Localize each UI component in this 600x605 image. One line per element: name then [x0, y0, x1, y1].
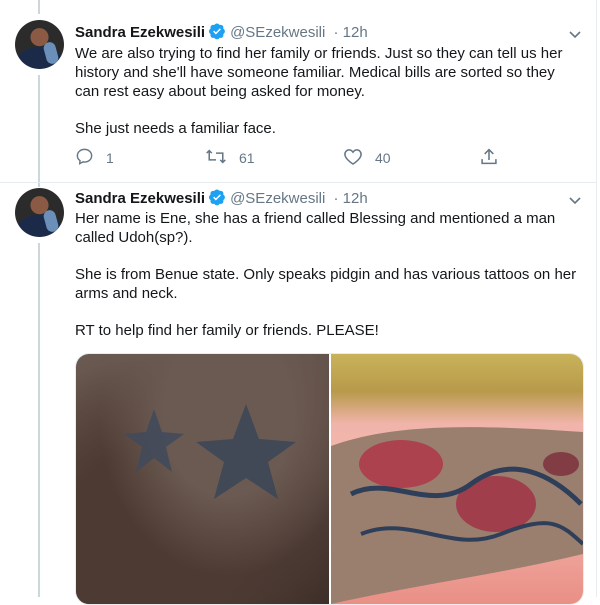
like-button[interactable]: 40: [343, 148, 391, 168]
like-count: 40: [375, 150, 391, 166]
chevron-down-icon[interactable]: [567, 26, 583, 42]
retweet-icon: [205, 147, 239, 169]
tweet-media[interactable]: [75, 353, 584, 605]
tweet-header: Sandra Ezekwesili @SEzekwesili · 12h: [75, 188, 368, 208]
retweet-button[interactable]: 61: [205, 148, 255, 168]
reply-button[interactable]: 1: [75, 148, 114, 168]
tweet[interactable]: Sandra Ezekwesili @SEzekwesili · 12h We a…: [0, 0, 596, 183]
tweet-paragraph: Her name is Ene, she has a friend called…: [75, 210, 556, 246]
author-handle[interactable]: @SEzekwesili: [230, 24, 325, 41]
heart-icon: [343, 147, 375, 169]
timeline-border: [596, 0, 597, 597]
stars-tattoo-image: [124, 404, 296, 499]
thread-line-top: [38, 183, 40, 187]
share-icon: [480, 147, 510, 169]
author-name[interactable]: Sandra Ezekwesili: [75, 190, 205, 207]
tweet-time[interactable]: · 12h: [334, 190, 368, 207]
tweet-paragraph: She just needs a familiar face.: [75, 120, 276, 137]
thread-line-top: [38, 0, 40, 14]
tattoo-photo-flower[interactable]: [331, 354, 583, 604]
chevron-down-icon[interactable]: [567, 192, 583, 208]
avatar[interactable]: [15, 20, 64, 69]
thread-line: [38, 75, 40, 182]
verified-badge-icon: [208, 22, 226, 46]
tweet-header: Sandra Ezekwesili @SEzekwesili · 12h: [75, 22, 368, 42]
reply-count: 1: [106, 150, 114, 166]
author-name[interactable]: Sandra Ezekwesili: [75, 24, 205, 41]
tweet[interactable]: Sandra Ezekwesili @SEzekwesili · 12h Her …: [0, 183, 596, 605]
tweet-paragraph: RT to help find her family or friends. P…: [75, 322, 379, 339]
tweet-time[interactable]: · 12h: [334, 24, 368, 41]
reply-icon: [75, 147, 106, 169]
tattoo-photo-stars[interactable]: [76, 354, 329, 604]
tweet-text: We are also trying to find her family or…: [75, 44, 580, 138]
retweet-count: 61: [239, 150, 255, 166]
thread-line: [38, 243, 40, 597]
avatar[interactable]: [15, 188, 64, 237]
tweet-paragraph: We are also trying to find her family or…: [75, 45, 563, 100]
flower-tattoo-image: [331, 427, 583, 604]
tweet-text: Her name is Ene, she has a friend called…: [75, 209, 580, 340]
share-button[interactable]: [480, 148, 510, 168]
tweet-paragraph: She is from Benue state. Only speaks pid…: [75, 266, 577, 302]
author-handle[interactable]: @SEzekwesili: [230, 190, 325, 207]
